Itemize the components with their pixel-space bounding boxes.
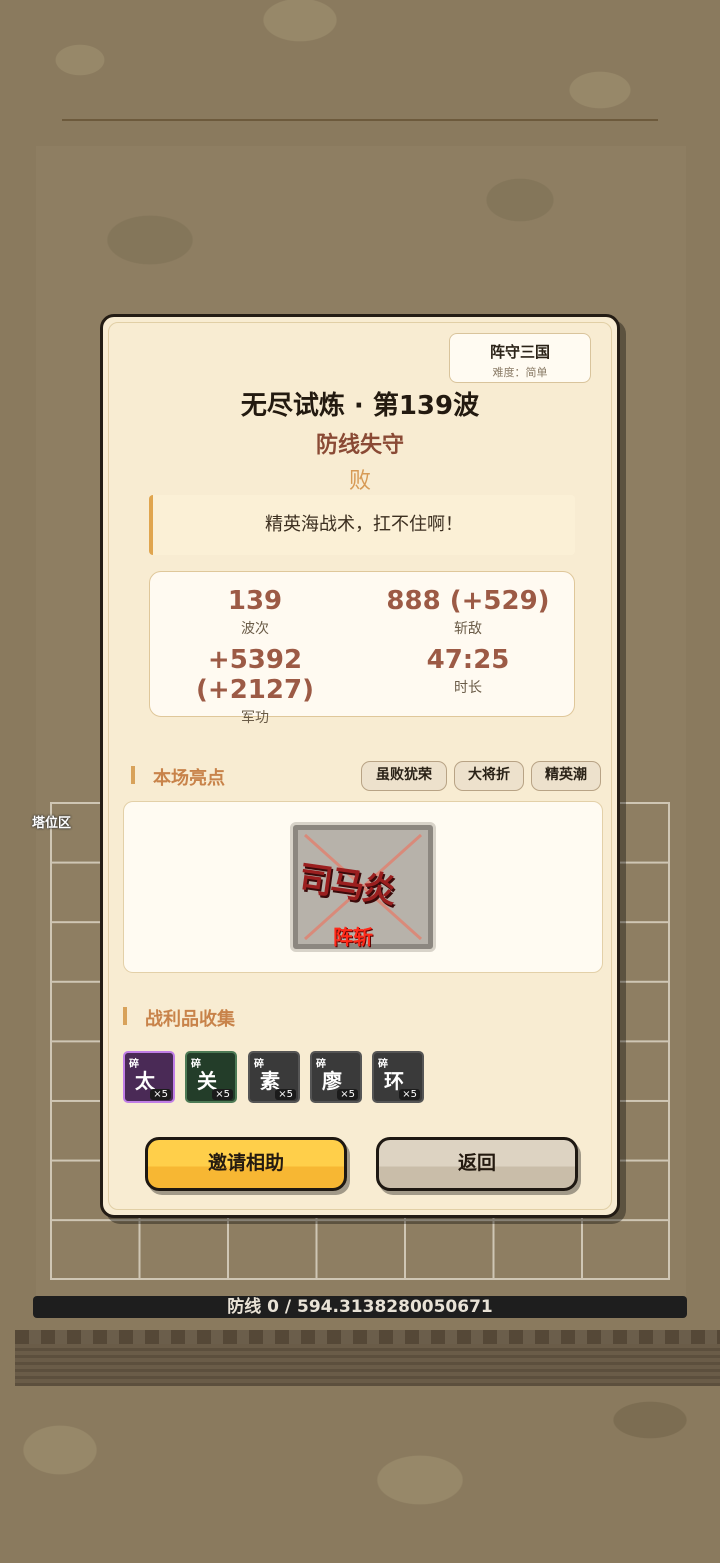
stat-merit: +5392 (+2127) 军功 xyxy=(150,645,360,727)
loot-item[interactable]: 碎 素 ×5 xyxy=(248,1051,300,1103)
stat-duration: 47:25 时长 xyxy=(363,645,573,697)
loot-count: ×5 xyxy=(275,1089,296,1100)
loot-item[interactable]: 碎 关 ×5 xyxy=(185,1051,237,1103)
defense-bar: 防线 0 / 594.3138280050671 xyxy=(33,1296,687,1318)
stat-label: 波次 xyxy=(241,621,269,637)
loot-item[interactable]: 碎 廖 ×5 xyxy=(310,1051,362,1103)
stat-value: 47:25 xyxy=(426,645,510,675)
difficulty-label: 难度：简单 xyxy=(492,366,548,379)
stat-label: 军功 xyxy=(241,710,269,726)
tag-elite-wave: 精英潮 xyxy=(531,761,601,791)
section-marker xyxy=(131,766,135,784)
tag-general-fallen: 大将折 xyxy=(454,761,524,791)
stats-panel: 139 波次 888 (+529) 斩敌 +5392 (+2127) 军功 47… xyxy=(149,571,575,726)
back-button[interactable]: 返回 xyxy=(376,1137,578,1191)
loot-count: ×5 xyxy=(399,1089,420,1100)
city-wall xyxy=(15,1330,720,1386)
stat-label: 时长 xyxy=(454,680,482,696)
loot-count: ×5 xyxy=(212,1089,233,1100)
loot-count: ×5 xyxy=(150,1089,171,1100)
result-subtitle: 防线失守 xyxy=(315,433,404,458)
tower-area-label: 塔位区 xyxy=(32,816,72,831)
result-quote: 精英海战术，扛不住啊！ xyxy=(149,495,575,555)
slain-general-card: 司马炎 阵斩 xyxy=(290,822,436,952)
slain-stamp: 阵斩 xyxy=(333,925,373,949)
loot-title: 战利品收集 xyxy=(145,1009,235,1030)
result-verdict: 败 xyxy=(348,469,371,494)
highlight-panel: 司马炎 阵斩 xyxy=(123,801,603,973)
game-name: 阵守三国 xyxy=(489,343,550,361)
tag-glorious-defeat: 虽败犹荣 xyxy=(361,761,447,791)
stat-value: 139 xyxy=(227,586,283,616)
stat-value: 888 (+529) xyxy=(386,586,550,616)
invite-help-button[interactable]: 邀请相助 xyxy=(145,1137,347,1191)
result-title: 无尽试炼 · 第139波 xyxy=(240,391,480,421)
stat-kills: 888 (+529) 斩敌 xyxy=(363,586,573,638)
loot-item[interactable]: 碎 太 ×5 xyxy=(123,1051,175,1103)
loot-item[interactable]: 碎 环 ×5 xyxy=(372,1051,424,1103)
game-badge: 阵守三国 难度：简单 xyxy=(449,333,591,383)
section-marker xyxy=(123,1007,127,1025)
loot-count: ×5 xyxy=(337,1089,358,1100)
top-divider xyxy=(62,119,658,121)
stat-label: 斩敌 xyxy=(454,621,482,637)
stat-waves: 139 波次 xyxy=(150,586,360,638)
stat-value: +5392 (+2127) xyxy=(196,645,314,705)
highlights-title: 本场亮点 xyxy=(153,768,225,789)
result-modal: 阵守三国 难度：简单 无尽试炼 · 第139波 防线失守 败 精英海战术，扛不住… xyxy=(100,314,620,1218)
